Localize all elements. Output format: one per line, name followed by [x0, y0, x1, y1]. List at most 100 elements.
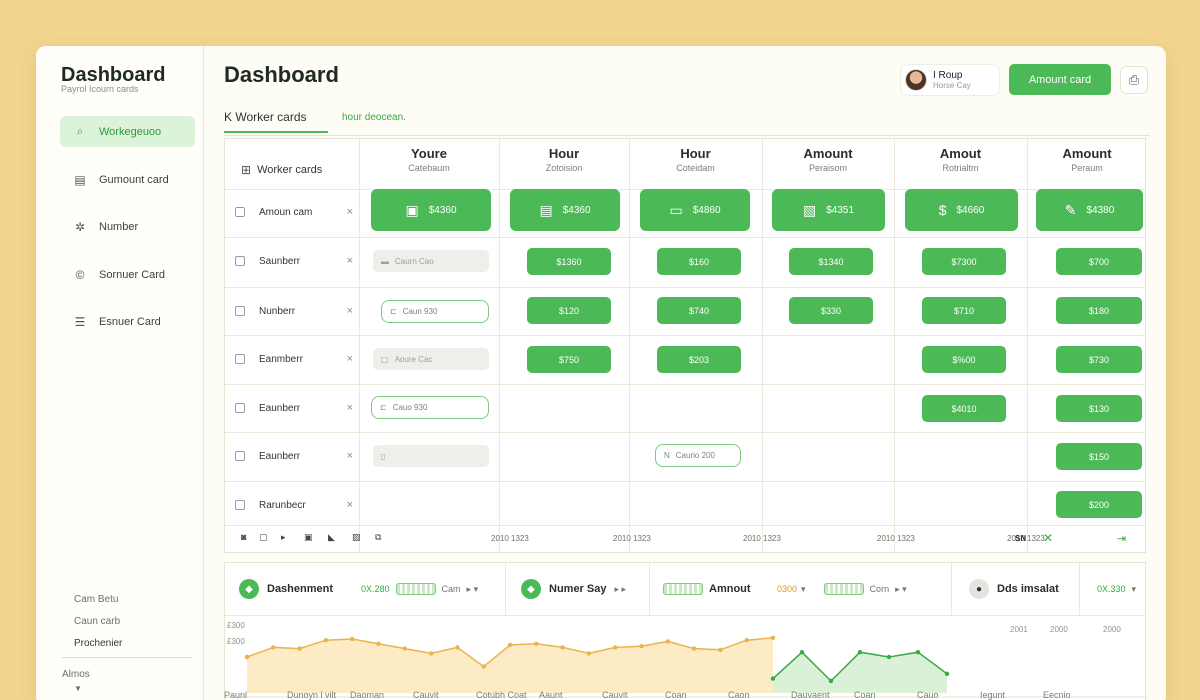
image-icon[interactable]: ▨ [352, 532, 361, 543]
value-chip[interactable]: $150 [1056, 443, 1142, 470]
amount-card-button[interactable]: ▣ $4360 [371, 189, 491, 231]
grid-divider [629, 139, 630, 552]
radio-icon[interactable]: ◙ [241, 532, 246, 542]
sidebar-footer-link[interactable]: Cam Betu [74, 594, 118, 605]
column-header[interactable]: Amount Peraum [1027, 146, 1147, 173]
panel-stat[interactable]: 0X.280 Cam ▸ ▾ [361, 563, 478, 615]
value-chip[interactable]: $1340 [789, 248, 873, 275]
close-icon[interactable]: × [347, 305, 353, 317]
value-chip[interactable]: $203 [657, 346, 741, 373]
amount-card-button[interactable]: ▭ $4860 [640, 189, 750, 231]
sidebar-item-esnuer-card[interactable]: ☰ Esnuer Card [60, 306, 195, 337]
chevron-down-icon[interactable]: ▼ [74, 684, 82, 693]
export-icon[interactable]: ⎙ [1120, 66, 1148, 94]
column-subtitle: Peraum [1071, 163, 1103, 173]
amount-card-button[interactable]: ✎ $4380 [1036, 189, 1143, 231]
value-chip[interactable]: $200 [1056, 491, 1142, 518]
copy-icon[interactable]: ⧉ [375, 532, 381, 543]
value-chip[interactable]: $160 [657, 248, 741, 275]
arrow-icon[interactable]: ▸ ▾ [467, 584, 479, 595]
tab-hour[interactable]: hour deocean. [342, 112, 406, 123]
column-header[interactable]: Amout Rotrialtm [894, 146, 1027, 173]
sidebar-item-number[interactable]: ✲ Number [60, 211, 195, 242]
arrow-icon[interactable]: ▸ ▾ [895, 584, 907, 595]
amount-card-button[interactable]: ▧ $4351 [772, 189, 885, 231]
row-checkbox[interactable] [235, 306, 245, 316]
panel-stat[interactable]: 0300 ▾ Corn ▸ ▾ [777, 563, 907, 615]
panel-header[interactable]: ◆ Dashenment [239, 563, 333, 615]
table-row-header: Eaunberr × [235, 402, 353, 414]
value-chip[interactable]: $180 [1056, 297, 1142, 324]
ghost-field[interactable]: ▬ Caurn Cao [373, 250, 489, 272]
panel-subtitle: Cam [441, 584, 461, 594]
column-title: Amount [803, 146, 853, 161]
value-chip[interactable]: $700 [1056, 248, 1142, 275]
value-chip[interactable]: $740 [657, 297, 741, 324]
ghost-field[interactable]: ▢ Aoure Cac [373, 348, 489, 370]
outline-field[interactable]: N Caurio 200 [655, 444, 741, 467]
sidebar-footer-link[interactable]: Prochenier [74, 638, 122, 649]
row-checkbox[interactable] [235, 500, 245, 510]
close-icon[interactable]: × [347, 450, 353, 462]
row-checkbox[interactable] [235, 207, 245, 217]
arrow-right-icon[interactable]: ⇥ [1117, 532, 1126, 545]
panel-header[interactable]: ● Dds imsalat [969, 563, 1059, 615]
row-checkbox[interactable] [235, 403, 245, 413]
outline-field[interactable]: ⊏ Caun 930 [381, 300, 489, 323]
close-icon[interactable]: × [347, 499, 353, 511]
panel-header[interactable]: Amnout [663, 563, 751, 615]
play-icon[interactable]: ▸ [281, 532, 286, 543]
tab-worker-cards[interactable]: K Worker cards [224, 110, 328, 133]
row-checkbox[interactable] [235, 256, 245, 266]
image-icon[interactable]: ▣ [304, 532, 313, 543]
cursor-icon[interactable]: ◣ [328, 532, 335, 543]
value-chip[interactable]: $750 [527, 346, 611, 373]
value-chip[interactable]: $120 [527, 297, 611, 324]
sidebar-item-workegeuoo[interactable]: ⌕ Workegeuoo [60, 116, 195, 147]
user-chip[interactable]: I Roup Horse Cay [900, 64, 1000, 96]
outline-field[interactable]: ⊏ Cauo 930 [371, 396, 489, 419]
footer-value: 2010 1323 [877, 534, 915, 543]
row-checkbox[interactable] [235, 354, 245, 364]
panel-stat[interactable]: 0X.330 ▾ [1097, 563, 1136, 615]
value-chip[interactable]: $7300 [922, 248, 1006, 275]
close-icon[interactable]: × [347, 353, 353, 365]
close-icon[interactable]: × [347, 255, 353, 267]
sidebar-footer-link[interactable]: Caun carb [74, 616, 120, 627]
main-area: Dashboard I Roup Horse Cay Amount card ⎙… [204, 46, 1166, 700]
column-header[interactable]: Hour Zotoision [499, 146, 629, 173]
data-point [639, 644, 644, 649]
value-chip[interactable]: $710 [922, 297, 1006, 324]
row-checkbox[interactable] [235, 451, 245, 461]
close-icon[interactable]: × [347, 402, 353, 414]
sidebar-item-sornuer-card[interactable]: © Sornuer Card [60, 259, 195, 290]
panel-divider [1079, 563, 1080, 615]
grid-divider [225, 237, 1145, 238]
sidebar-item-gumount-card[interactable]: ▤ Gumount card [60, 164, 195, 195]
chevron-down-icon[interactable]: ▾ [1132, 584, 1137, 595]
value-chip[interactable]: $4010 [922, 395, 1006, 422]
value-chip[interactable]: $730 [1056, 346, 1142, 373]
column-header[interactable]: Youre Catebaum [359, 146, 499, 173]
ghost-field[interactable]: ▯ [373, 445, 489, 467]
chevron-down-icon[interactable]: ▾ [801, 584, 806, 595]
image-icon: ▣ [405, 201, 419, 218]
close-icon[interactable]: × [347, 206, 353, 218]
list-icon: ☰ [74, 314, 86, 329]
column-header[interactable]: Amount Peraisom [762, 146, 894, 173]
value-chip[interactable]: $130 [1056, 395, 1142, 422]
close-icon[interactable]: ✕ [1043, 531, 1053, 545]
panel-header[interactable]: ◆ Numer Say ▸ ▸ [521, 563, 626, 615]
amount-card-button[interactable]: Amount card [1009, 64, 1111, 95]
y-tick-label: 2000 [1050, 625, 1068, 634]
value-chip[interactable]: $%00 [922, 346, 1006, 373]
arrow-icon[interactable]: ▸ ▸ [614, 584, 626, 595]
amount-card-button[interactable]: $ $4660 [905, 189, 1018, 231]
column-header[interactable]: Hour Coteidam [629, 146, 762, 173]
value-chip[interactable]: $1360 [527, 248, 611, 275]
chart-panel: ◆ Dashenment 0X.280 Cam ▸ ▾ ◆ Numer Say … [224, 562, 1147, 700]
value-chip[interactable]: $330 [789, 297, 873, 324]
sidebar-item-label: Number [99, 220, 139, 233]
checkbox-icon[interactable]: ▢ [259, 532, 268, 543]
amount-card-button[interactable]: ▤ $4360 [510, 189, 620, 231]
